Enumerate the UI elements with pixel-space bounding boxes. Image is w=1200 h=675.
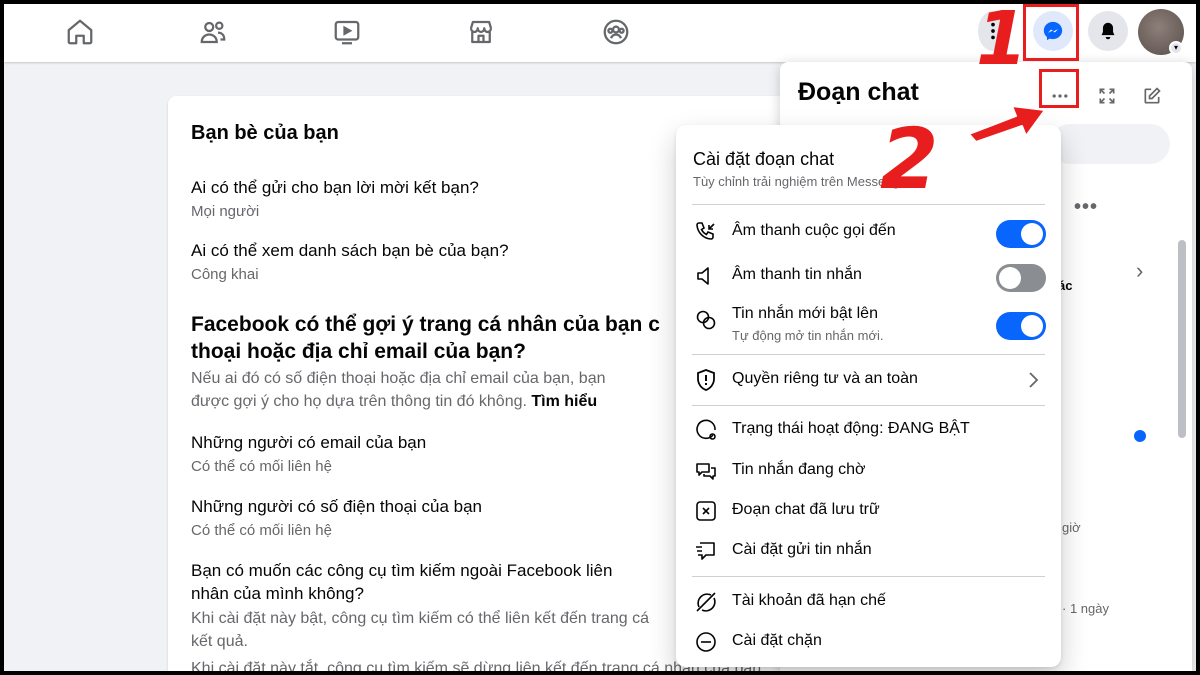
lookup-heading-line1: Facebook có thể gợi ý trang cá nhân của … [191, 313, 660, 336]
shield-icon [694, 368, 718, 392]
block-icon [694, 630, 718, 654]
menu-divider [692, 576, 1045, 577]
phone-lookup-value[interactable]: Có thể có mối liên hệ [191, 522, 332, 539]
lookup-description-line1: Nếu ai đó có số điện thoại hoặc địa chỉ … [191, 370, 606, 387]
expand-icon [1099, 88, 1115, 104]
message-delivery-icon [694, 539, 718, 563]
search-engine-desc-line2: kết quả. [191, 633, 248, 650]
message-sound-toggle[interactable] [996, 264, 1046, 292]
menu-title: Cài đặt đoạn chat [693, 149, 835, 169]
friend-request-value[interactable]: Mọi người [191, 203, 259, 220]
screen-frame: ▾ Bạn bè của bạn Ai có thể gửi cho bạn l… [4, 4, 1196, 671]
incoming-call-icon [694, 220, 718, 244]
menu-subtitle: Tùy chỉnh trải nghiệm trên Messenger [693, 174, 912, 189]
section-title: Bạn bè của bạn [191, 122, 339, 144]
speaker-icon [694, 264, 718, 288]
lookup-description-line2: được gợi ý cho họ dựa trên thông tin đó … [191, 393, 597, 411]
home-icon[interactable] [65, 17, 95, 47]
email-lookup-question[interactable]: Những người có email của bạn [191, 433, 426, 453]
email-lookup-value[interactable]: Có thể có mối liên hệ [191, 458, 332, 475]
menu-divider [692, 204, 1045, 205]
chat-scrollbar[interactable] [1178, 240, 1186, 438]
chat-fragment-3: · 1 ngày [1062, 601, 1109, 616]
message-sound-item[interactable]: Âm thanh tin nhắn [676, 256, 1061, 296]
restricted-icon [694, 590, 718, 614]
new-message-button[interactable] [1134, 78, 1170, 114]
chat-row-more-icon[interactable]: ••• [1074, 196, 1098, 219]
search-engine-question-line1[interactable]: Bạn có muốn các công cụ tìm kiếm ngoài F… [191, 561, 612, 581]
lookup-heading-line2: thoại hoặc địa chỉ email của bạn? [191, 340, 526, 363]
privacy-safety-item[interactable]: Quyền riêng tư và an toàn [676, 360, 1061, 400]
menu-item-label: Cài đặt chặn [732, 632, 822, 649]
friend-request-question[interactable]: Ai có thể gửi cho bạn lời mời kết bạn? [191, 178, 479, 198]
chevron-right-icon[interactable]: › [1136, 258, 1143, 284]
annotation-step-2: 2 [880, 110, 939, 208]
annotation-step-1: 1 [976, 4, 1028, 82]
menu-item-label: Tài khoản đã hạn chế [732, 592, 886, 609]
lookup-description-text: được gợi ý cho họ dựa trên thông tin đó … [191, 393, 532, 410]
bell-icon [1101, 22, 1115, 40]
menu-item-label: Cài đặt gửi tin nhắn [732, 541, 872, 558]
menu-item-label: Âm thanh cuộc gọi đến [732, 222, 896, 239]
notifications-button[interactable] [1088, 11, 1128, 51]
incoming-call-sound-item[interactable]: Âm thanh cuộc gọi đến [676, 212, 1061, 252]
friend-list-question[interactable]: Ai có thể xem danh sách bạn bè của bạn? [191, 241, 509, 261]
message-delivery-item[interactable]: Cài đặt gửi tin nhắn [676, 531, 1061, 571]
restricted-accounts-item[interactable]: Tài khoản đã hạn chế [676, 582, 1061, 622]
active-status-item[interactable]: Trạng thái hoạt động: ĐANG BẬT [676, 410, 1061, 450]
video-icon[interactable] [332, 17, 362, 47]
learn-more-link[interactable]: Tìm hiểu [531, 393, 597, 410]
archive-icon [694, 499, 718, 523]
marketplace-icon[interactable] [466, 17, 496, 47]
groups-icon[interactable] [601, 17, 631, 47]
annotation-arrow-icon [968, 105, 1046, 142]
incoming-call-sound-toggle[interactable] [996, 220, 1046, 248]
menu-divider [692, 405, 1045, 406]
pending-messages-icon [694, 459, 718, 483]
popup-messages-toggle[interactable] [996, 312, 1046, 340]
menu-item-label: Trạng thái hoạt động: ĐANG BẬT [732, 420, 970, 437]
menu-item-label: Tin nhắn đang chờ [732, 461, 866, 478]
menu-item-label: Quyền riêng tư và an toàn [732, 370, 918, 387]
popup-messages-item[interactable]: Tin nhắn mới bật lên Tự động mở tin nhắn… [676, 300, 1061, 352]
phone-lookup-question[interactable]: Những người có số điện thoại của bạn [191, 497, 482, 517]
expand-button[interactable] [1089, 78, 1125, 114]
menu-item-description: Tự động mở tin nhắn mới. [732, 328, 884, 343]
menu-item-label: Âm thanh tin nhắn [732, 266, 862, 283]
pending-messages-item[interactable]: Tin nhắn đang chờ [676, 451, 1061, 491]
chevron-right-icon [1026, 370, 1040, 390]
chat-fragment-2: giờ [1062, 520, 1081, 535]
chevron-down-icon[interactable]: ▾ [1169, 41, 1183, 55]
menu-divider [692, 354, 1045, 355]
menu-item-label: Đoạn chat đã lưu trữ [732, 501, 880, 518]
search-engine-question-line2[interactable]: nhân của mình không? [191, 584, 364, 604]
active-status-icon [694, 418, 718, 442]
chat-search-input[interactable] [1050, 124, 1170, 164]
friend-list-value[interactable]: Công khai [191, 266, 259, 283]
chat-panel-title: Đoạn chat [798, 78, 919, 106]
search-engine-desc-line1: Khi cài đặt này bật, công cụ tìm kiếm có… [191, 610, 650, 627]
chat-settings-menu: Cài đặt đoạn chat Tùy chỉnh trải nghiệm … [676, 125, 1061, 667]
block-settings-item[interactable]: Cài đặt chặn [676, 622, 1061, 662]
friends-icon[interactable] [198, 17, 228, 47]
menu-item-label: Tin nhắn mới bật lên [732, 305, 878, 322]
chat-bubbles-icon [694, 308, 718, 332]
unread-dot [1134, 430, 1146, 442]
archived-chats-item[interactable]: Đoạn chat đã lưu trữ [676, 491, 1061, 531]
compose-icon [1144, 87, 1161, 104]
annotation-box-messenger [1023, 4, 1079, 61]
